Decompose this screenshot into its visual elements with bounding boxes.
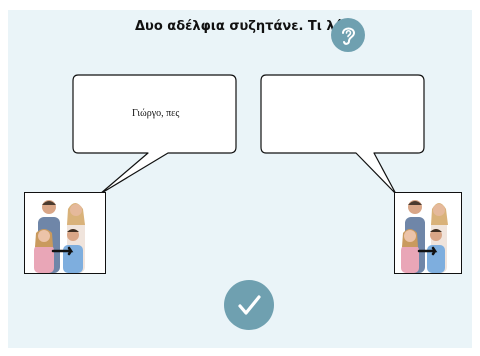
- exercise-title: Δυο αδέλφια συζητάνε. Τι λένε: [135, 19, 358, 34]
- ear-icon: [342, 27, 356, 45]
- listen-button[interactable]: [331, 18, 365, 52]
- submit-check-button[interactable]: [224, 280, 274, 330]
- exercise-canvas: Δυο αδέλφια συζητάνε. Τι λένε Γιώργο, πε…: [8, 10, 472, 348]
- left-speech-bubble[interactable]: [72, 74, 238, 196]
- left-family-photo: [24, 192, 106, 274]
- right-family-photo: [394, 192, 462, 274]
- right-speech-bubble[interactable]: [260, 74, 426, 196]
- checkmark-icon: [238, 295, 261, 315]
- left-bubble-text: Γιώργο, πες: [132, 108, 180, 119]
